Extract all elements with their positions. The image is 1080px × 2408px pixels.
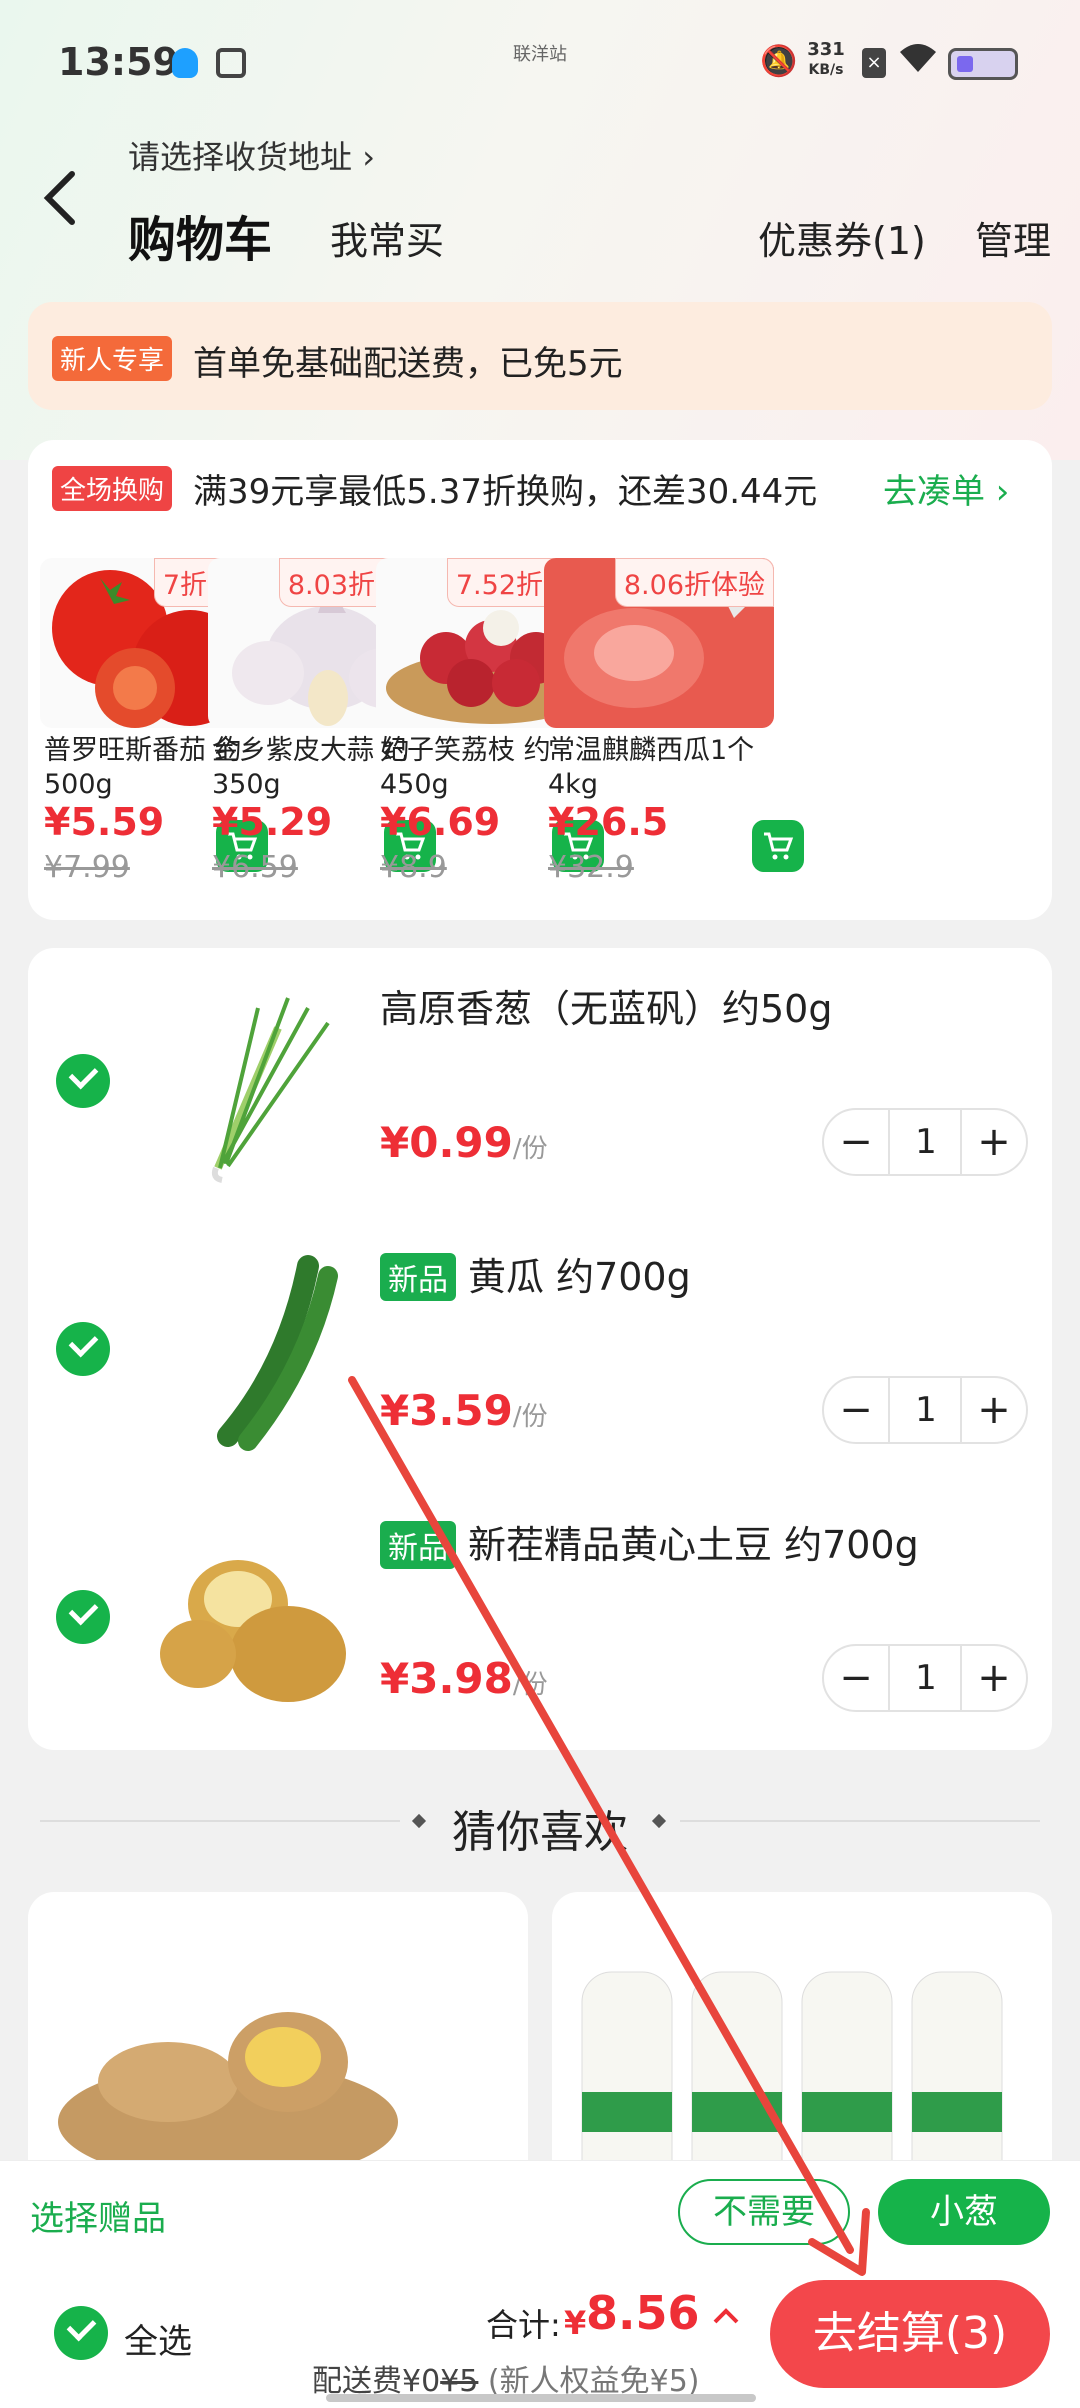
status-time: 13:59 — [58, 40, 179, 84]
cart-item-row[interactable]: 新品 新茬精品黄心土豆 约700g ¥3.98/份 − 1 + — [28, 1484, 1052, 1752]
exchange-item-price: ¥5.29 — [212, 800, 333, 844]
yogurt-drink-image — [581, 1971, 1003, 2192]
add-more-link[interactable]: 去凑单 › — [883, 464, 1009, 513]
cart-item-row[interactable]: 高原香葱（无蓝矾）约50g ¥0.99/份 − 1 + — [28, 948, 1052, 1216]
increase-button[interactable]: + — [960, 1378, 1026, 1442]
back-arrow-icon[interactable] — [40, 168, 84, 228]
item-name: 高原香葱（无蓝矾）约50g — [380, 987, 833, 1031]
chevron-up-icon[interactable] — [712, 2300, 740, 2333]
diamond-icon — [411, 1813, 427, 1829]
decrease-button[interactable]: − — [824, 1378, 890, 1442]
item-name: 新品 黄瓜 约700g — [380, 1246, 691, 1301]
network-speed: 331 KB/s — [807, 39, 845, 79]
address-prompt: 请选择收货地址 — [128, 138, 353, 176]
exchange-promo-card: 全场换购 满39元享最低5.37折换购，还差30.44元 去凑单 › 7折体验 … — [28, 440, 1052, 920]
cucumber-image — [138, 1236, 388, 1456]
total-amount: 8.56 — [586, 2286, 700, 2340]
sim-off-icon: × — [862, 48, 886, 78]
checkout-bar: 全选 合计: ¥ 8.56 配送费¥0¥5 (新人权益免¥5) 去结算(3) — [0, 2264, 1080, 2408]
battery-icon — [948, 48, 1018, 80]
tab-often-bought[interactable]: 我常买 — [330, 210, 444, 265]
diamond-icon — [651, 1813, 667, 1829]
exchange-text: 满39元享最低5.37折换购，还差30.44元 — [193, 472, 818, 512]
select-all-checkbox[interactable] — [54, 2306, 108, 2360]
notification-box-icon — [216, 48, 246, 78]
exchange-item-original-price: ¥8.9 — [380, 850, 447, 885]
scallion-image — [138, 968, 388, 1188]
gift-scallion-button[interactable]: 小葱 — [878, 2179, 1050, 2245]
checkout-button[interactable]: 去结算(3) — [770, 2280, 1050, 2388]
exchange-item-original-price: ¥6.59 — [212, 850, 298, 885]
item-checkbox[interactable] — [56, 1590, 110, 1644]
item-name: 新品 新茬精品黄心土豆 约700g — [380, 1514, 919, 1569]
increase-button[interactable]: + — [960, 1646, 1026, 1710]
quantity-value[interactable]: 1 — [892, 1378, 960, 1442]
item-checkbox[interactable] — [56, 1054, 110, 1108]
new-product-tag: 新品 — [380, 1253, 456, 1301]
decrease-button[interactable]: − — [824, 1110, 890, 1174]
decline-gift-button[interactable]: 不需要 — [678, 2179, 850, 2245]
status-center-label: 联洋站 — [513, 44, 567, 65]
total-currency: ¥ — [564, 2304, 587, 2342]
choose-gift-label[interactable]: 选择赠品 — [30, 2191, 166, 2240]
quantity-stepper: − 1 + — [822, 1644, 1028, 1712]
manage-button[interactable]: 管理 — [975, 210, 1051, 265]
home-indicator — [326, 2394, 756, 2402]
exchange-item-price: ¥5.59 — [44, 800, 165, 844]
item-price: ¥0.99/份 — [380, 1118, 548, 1167]
divider — [680, 1820, 1040, 1822]
qq-icon — [172, 48, 198, 78]
item-price: ¥3.59/份 — [380, 1386, 548, 1435]
page-title[interactable]: 购物车 — [128, 200, 272, 270]
new-user-banner[interactable]: 新人专享 首单免基础配送费，已免5元 — [28, 302, 1052, 410]
wifi-icon — [898, 40, 938, 83]
increase-button[interactable]: + — [960, 1110, 1026, 1174]
exchange-item-name: 常温麒麟西瓜1个4kg — [548, 735, 755, 800]
divider — [40, 1820, 400, 1822]
cart-icon — [764, 832, 794, 860]
ginger-image — [58, 2012, 398, 2182]
exchange-item-original-price: ¥7.99 — [44, 850, 130, 885]
total-label: 合计: — [486, 2306, 561, 2344]
gift-bar: 选择赠品 不需要 小葱 — [0, 2160, 1080, 2264]
potato-image — [138, 1504, 388, 1724]
new-user-text: 首单免基础配送费，已免5元 — [193, 344, 623, 384]
exchange-item[interactable]: 8.06折体验 常温麒麟西瓜1个4kg ¥26.5 ¥32.9 — [544, 558, 804, 898]
recommend-title: 猜你喜欢 — [452, 1807, 628, 1858]
coupon-button[interactable]: 优惠券(1) — [758, 210, 926, 265]
chevron-right-icon: › — [362, 138, 375, 176]
new-user-tag: 新人专享 — [52, 336, 173, 381]
discount-badge: 8.06折体验 — [614, 558, 774, 607]
recommend-card[interactable] — [28, 1892, 528, 2192]
quantity-value[interactable]: 1 — [892, 1110, 960, 1174]
cart-item-row[interactable]: 新品 黄瓜 约700g ¥3.59/份 − 1 + — [28, 1216, 1052, 1484]
item-price: ¥3.98/份 — [380, 1654, 548, 1703]
item-checkbox[interactable] — [56, 1322, 110, 1376]
mute-bell-icon: 🔕 — [760, 44, 798, 79]
address-selector[interactable]: 请选择收货地址 › — [128, 132, 375, 178]
quantity-stepper: − 1 + — [822, 1108, 1028, 1176]
quantity-value[interactable]: 1 — [892, 1646, 960, 1710]
cart-items-card: 高原香葱（无蓝矾）约50g ¥0.99/份 − 1 + 新品 黄瓜 约700g ¥… — [28, 948, 1052, 1750]
exchange-item-price: ¥6.69 — [380, 800, 501, 844]
status-bar: 13:59 联洋站 🔕 331 KB/s × — [0, 0, 1080, 120]
quantity-stepper: − 1 + — [822, 1376, 1028, 1444]
exchange-item-price: ¥26.5 — [548, 800, 669, 844]
select-all-label[interactable]: 全选 — [124, 2314, 192, 2363]
add-to-cart-button[interactable] — [752, 820, 804, 872]
exchange-tag: 全场换购 — [52, 466, 173, 511]
recommend-card[interactable] — [552, 1892, 1052, 2192]
exchange-item-original-price: ¥32.9 — [548, 850, 634, 885]
new-product-tag: 新品 — [380, 1521, 456, 1569]
decrease-button[interactable]: − — [824, 1646, 890, 1710]
